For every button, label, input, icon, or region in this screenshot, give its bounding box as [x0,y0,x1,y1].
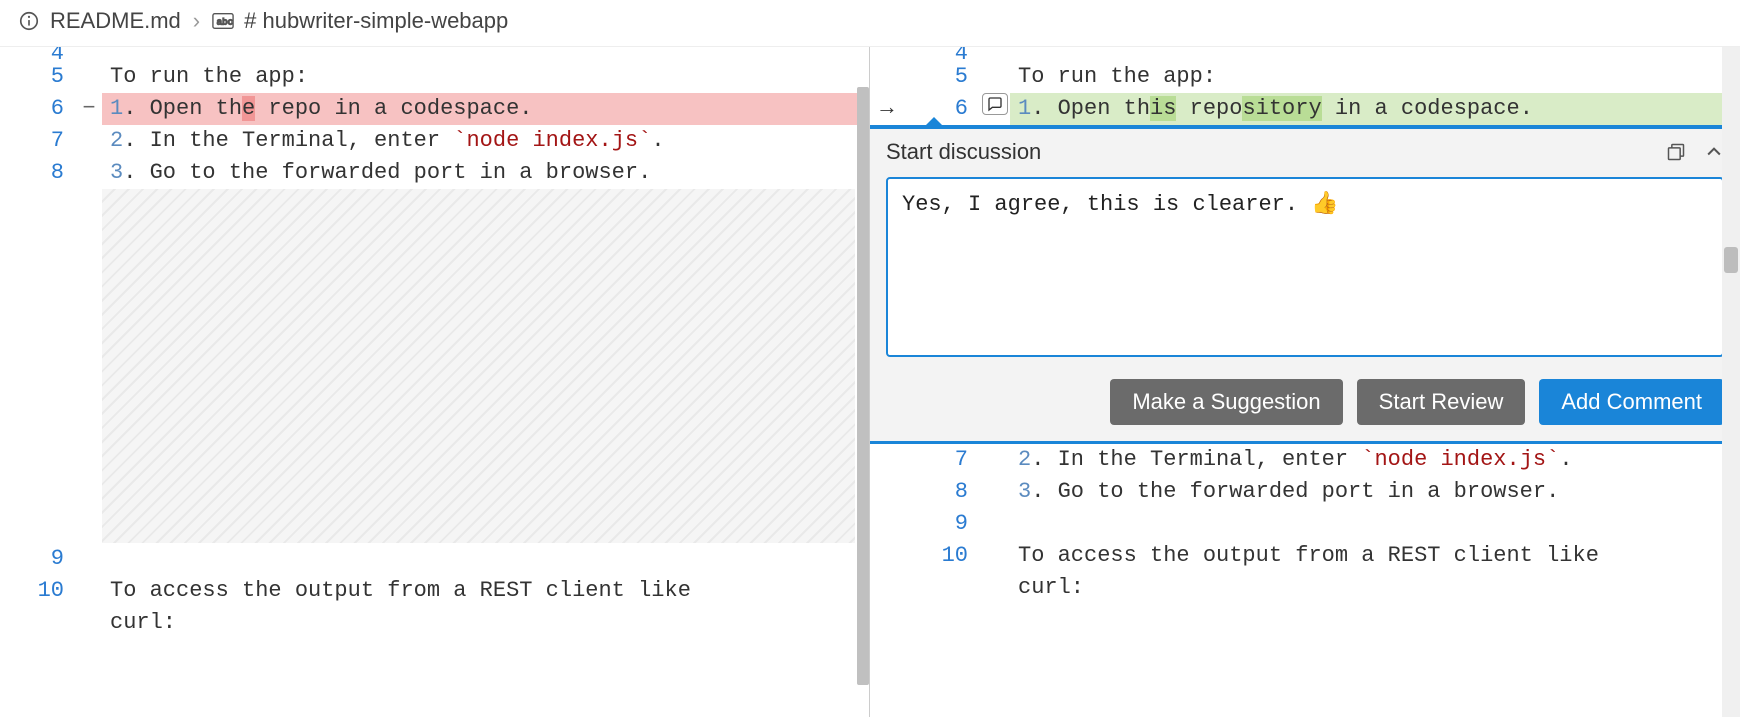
code-line: 9 [0,543,869,575]
discussion-panel: Start discussion Yes, I agree, this is c… [870,125,1740,444]
code-text: To run the app: [102,61,869,93]
line-number: 7 [904,444,980,476]
info-icon [18,10,40,32]
line-number: 9 [0,543,76,575]
code-line: 5 To run the app: [0,61,869,93]
line-number: 8 [904,476,980,508]
string-icon: abc [212,12,234,30]
code-line: 4 [870,47,1740,61]
chevron-up-icon[interactable] [1704,142,1724,162]
line-number: 7 [0,125,76,157]
breadcrumb-heading[interactable]: # hubwriter-simple-webapp [244,8,508,34]
add-comment-icon[interactable] [982,93,1008,115]
arrow-right-icon: → [870,93,904,125]
code-line: 8 3. Go to the forwarded port in a brows… [0,157,869,189]
code-line: 10 To access the output from a REST clie… [0,575,869,639]
code-text: 3. Go to the forwarded port in a browser… [1010,476,1740,508]
scrollbar[interactable] [855,47,869,717]
comment-input[interactable]: Yes, I agree, this is clearer. 👍 [886,177,1724,357]
line-number: 5 [0,61,76,93]
restore-icon[interactable] [1666,142,1686,162]
line-number: 10 [0,575,76,607]
line-number: 4 [0,47,76,61]
chevron-right-icon: › [191,8,202,34]
line-number: 8 [0,157,76,189]
code-line: 7 2. In the Terminal, enter `node index.… [870,444,1740,476]
diff-marker-minus: − [76,93,102,125]
code-text: 1. Open the repo in a codespace. [102,93,869,125]
breadcrumb-file[interactable]: README.md [50,8,181,34]
line-number: 9 [904,508,980,540]
add-comment-button[interactable]: Add Comment [1539,379,1724,425]
code-text: 2. In the Terminal, enter `node index.js… [102,125,869,157]
code-line: 10 To access the output from a REST clie… [870,540,1740,604]
code-text: 1. Open this repository in a codespace. [1010,93,1740,125]
make-suggestion-button[interactable]: Make a Suggestion [1110,379,1342,425]
line-number: 10 [904,540,980,572]
code-line: 7 2. In the Terminal, enter `node index.… [0,125,869,157]
code-line: 8 3. Go to the forwarded port in a brows… [870,476,1740,508]
diff-pane-original: 4 5 To run the app: 6 − 1. Open the repo… [0,47,870,717]
diff-pane-modified: 4 5 To run the app: → 6 1. Open this rep… [870,47,1740,717]
code-line-added: → 6 1. Open this repository in a codespa… [870,93,1740,125]
start-review-button[interactable]: Start Review [1357,379,1526,425]
svg-text:abc: abc [217,17,233,28]
line-number: 4 [904,47,980,61]
code-line: 9 [870,508,1740,540]
diff-filler [102,189,855,543]
code-text: 3. Go to the forwarded port in a browser… [102,157,869,189]
code-text: To access the output from a REST client … [1010,540,1740,604]
code-text: To access the output from a REST client … [102,575,869,639]
breadcrumb: README.md › abc # hubwriter-simple-webap… [0,0,1740,47]
scrollbar[interactable] [1722,47,1740,717]
discussion-title: Start discussion [886,139,1041,165]
line-number: 5 [904,61,980,93]
code-text: To run the app: [1010,61,1740,93]
line-number: 6 [0,93,76,125]
code-line: 5 To run the app: [870,61,1740,93]
code-text: 2. In the Terminal, enter `node index.js… [1010,444,1740,476]
code-line: 4 [0,47,869,61]
diff-view: 4 5 To run the app: 6 − 1. Open the repo… [0,47,1740,717]
code-line-deleted: 6 − 1. Open the repo in a codespace. [0,93,869,125]
